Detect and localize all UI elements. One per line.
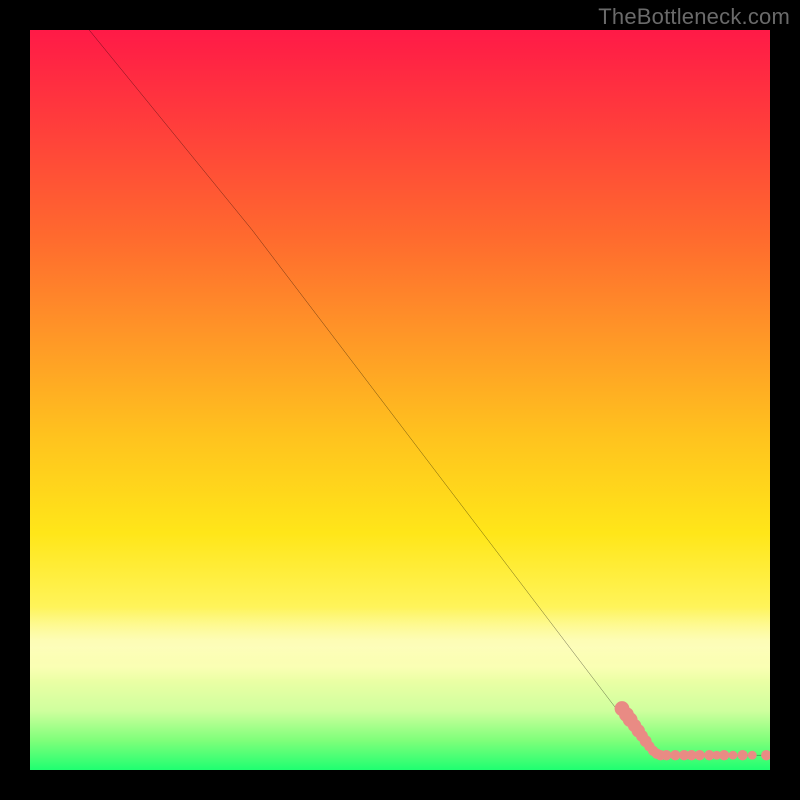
data-dot (670, 750, 680, 760)
data-dot (729, 751, 738, 760)
chart-overlay-svg (30, 30, 770, 770)
data-dot (761, 750, 770, 760)
data-dot (661, 750, 671, 760)
data-dot (719, 750, 729, 760)
attribution-text: TheBottleneck.com (598, 4, 790, 30)
chart-line (89, 30, 770, 755)
plot-area (30, 30, 770, 770)
data-dot (748, 751, 757, 760)
chart-frame: TheBottleneck.com (0, 0, 800, 800)
data-dot (695, 750, 705, 760)
data-dot-layer (615, 701, 770, 760)
data-dot (737, 750, 747, 760)
